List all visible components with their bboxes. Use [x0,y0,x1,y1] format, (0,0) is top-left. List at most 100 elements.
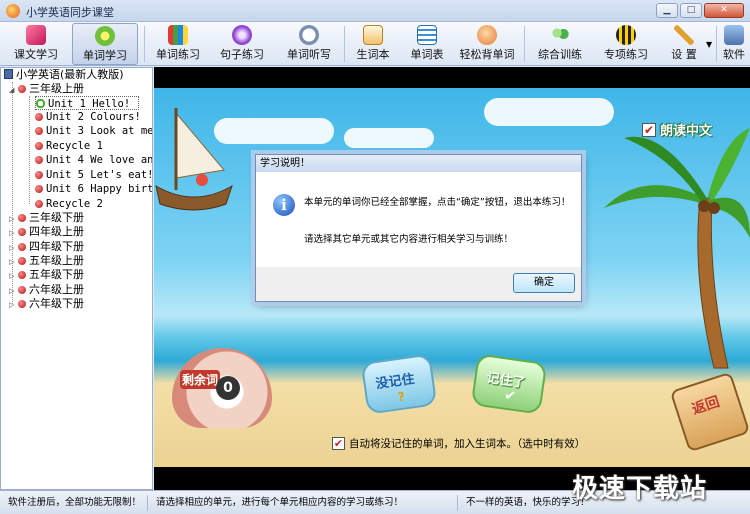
palm-tree-illustration [604,128,750,369]
people-icon [550,25,570,45]
dialog-body: i 本单元的单词你已经全部掌握，点击“确定”按钮，退出本练习！ 请选择其它单元或… [256,172,581,267]
expand-arrow-icon[interactable]: ▷ [9,212,18,226]
minimize-button[interactable]: ▁ [656,3,678,18]
tree-unit-item[interactable]: Unit 4 We love animals [35,153,152,167]
toolbar-text-study-button[interactable]: 课文学习 [6,23,66,65]
unit-tree: 小学英语(最新人教版) ◢ 三年级上册 Unit 1 Hello! Unit 2 … [0,67,153,490]
selected-bullet-icon [36,99,45,108]
tree-grade-expanded[interactable]: ◢ 三年级上册 [9,82,84,96]
ok-button[interactable]: 确定 [513,273,575,293]
cloud [344,128,434,148]
cloud [484,98,614,126]
toolbar-separator [524,26,525,62]
toolbar-dictation-button[interactable]: 单词听写 [280,23,338,65]
tree-unit-item[interactable]: Unit 2 Colours! [35,110,141,124]
tree-unit-item[interactable]: Recycle 2 [35,197,103,211]
return-sign-label: 返回 [690,394,722,418]
grade-bullet-icon [18,271,26,279]
grade-bullet-icon [18,228,26,236]
unit-bullet-icon [35,156,43,164]
toolbar-word-practice-button[interactable]: 单词练习 [150,23,206,65]
app-icon [724,25,744,45]
tree-unit-item[interactable]: Unit 6 Happy birthday [35,182,152,196]
pencils-icon [168,25,188,45]
tree-unit-item-selected[interactable]: Unit 1 Hello! [35,96,139,110]
watermark: 极速下载站 [572,474,708,504]
expand-arrow-icon[interactable]: ▷ [9,284,18,298]
toolbar-separator [344,26,345,62]
tree-grade-item[interactable]: ▷ 五年级下册 [9,268,84,282]
grade-bullet-icon [18,243,26,251]
unit-bullet-icon [35,127,43,135]
head-icon [477,25,497,45]
checkbox-checked-icon[interactable]: ✔ [332,437,345,450]
grade-bullet-icon [18,85,26,93]
unit-bullet-icon [35,185,43,193]
close-button[interactable]: ✕ [704,3,744,18]
status-hint: 请选择相应的单元，进行每个单元相应内容的学习或练习！ [152,495,458,511]
toolbar-special-practice-button[interactable]: 专项练习 [598,23,654,65]
app-logo-icon [6,4,20,18]
grade-bullet-icon [18,286,26,294]
not-memorized-bottle[interactable]: 没记住 ? [360,353,438,415]
study-instructions-dialog: 学习说明！ i 本单元的单词你已经全部掌握，点击“确定”按钮，退出本练习！ 请选… [255,154,582,302]
toolbar-separator [716,26,717,62]
title-bar: 小学英语同步课堂 ▁ □ ✕ [0,0,750,22]
expand-arrow-icon[interactable]: ▷ [9,255,18,269]
tree-grade-item[interactable]: ▷ 三年级下册 [9,211,84,225]
dialog-message-secondary: 请选择其它单元或其它内容进行相关学习与训练！ [304,234,514,245]
list-icon [417,25,437,45]
info-icon: i [273,194,295,216]
return-sign-button[interactable]: 返回 [669,371,750,453]
toolbar: 课文学习 单词学习 单词练习 句子练习 单词听写 生词本 单词表 轻松背单词 综… [0,22,750,66]
grade-bullet-icon [18,214,26,222]
wrench-icon [674,25,694,45]
tree-guide-line [29,96,30,204]
toolbar-settings-button[interactable]: 设 置 [662,23,706,65]
dialog-title: 学习说明！ [256,155,581,172]
memorized-bottle[interactable]: 记住了 ✔ [470,353,548,415]
flower-icon [95,26,115,46]
grade-bullet-icon [18,257,26,265]
tree-grade-item[interactable]: ▷ 六年级上册 [9,283,84,297]
bee-icon [616,25,636,45]
toolbar-comprehensive-training-button[interactable]: 综合训练 [532,23,588,65]
expand-arrow-icon[interactable]: ▷ [9,269,18,283]
toolbar-sentence-practice-button[interactable]: 句子练习 [214,23,270,65]
tree-grade-item[interactable]: ▷ 五年级上册 [9,254,84,268]
collapse-arrow-icon[interactable]: ◢ [9,83,18,97]
toolbar-word-list-button[interactable]: 单词表 [404,23,450,65]
toolbar-software-button[interactable]: 软件 [720,23,748,65]
auto-add-vocab-option[interactable]: ✔ 自动将没记住的单词，加入生词本。（选中时有效） [332,436,585,451]
tree-unit-item[interactable]: Unit 5 Let's eat! [35,168,152,182]
expand-arrow-icon[interactable]: ▷ [9,226,18,240]
question-mark-icon: ? [396,389,406,405]
tree-grade-item[interactable]: ▷ 六年级下册 [9,297,84,311]
expand-arrow-icon[interactable]: ▷ [9,298,18,312]
settings-dropdown-icon[interactable]: ▼ [706,40,712,49]
status-registration: 软件注册后，全部功能无限制！ [4,495,148,511]
grade-bullet-icon [18,300,26,308]
clock-icon [299,25,319,45]
bulb-icon [232,25,252,45]
tree-root[interactable]: 小学英语(最新人教版) [4,68,124,82]
toolbar-word-study-button[interactable]: 单词学习 [72,23,138,65]
expand-arrow-icon[interactable]: ▷ [9,241,18,255]
tree-unit-item[interactable]: Unit 3 Look at me [35,124,152,138]
maximize-button[interactable]: □ [680,3,702,18]
remaining-words-label: 剩余词 [180,370,221,389]
remaining-words-count: 0 [216,376,240,400]
unit-bullet-icon [35,142,43,150]
book-icon [26,25,46,45]
toolbar-vocab-book-button[interactable]: 生词本 [350,23,396,65]
pirate-ship-illustration [155,108,233,211]
tree-grade-item[interactable]: ▷ 四年级上册 [9,225,84,239]
checkmark-icon: ✔ [503,387,518,406]
tree-grade-item[interactable]: ▷ 四年级下册 [9,240,84,254]
dialog-message-primary: 本单元的单词你已经全部掌握，点击“确定”按钮，退出本练习！ [304,197,571,208]
notepad-icon [363,25,383,45]
toolbar-separator [144,26,145,62]
tree-unit-item[interactable]: Recycle 1 [35,139,103,153]
book-icon [4,69,13,79]
toolbar-memorize-words-button[interactable]: 轻松背单词 [456,23,518,65]
